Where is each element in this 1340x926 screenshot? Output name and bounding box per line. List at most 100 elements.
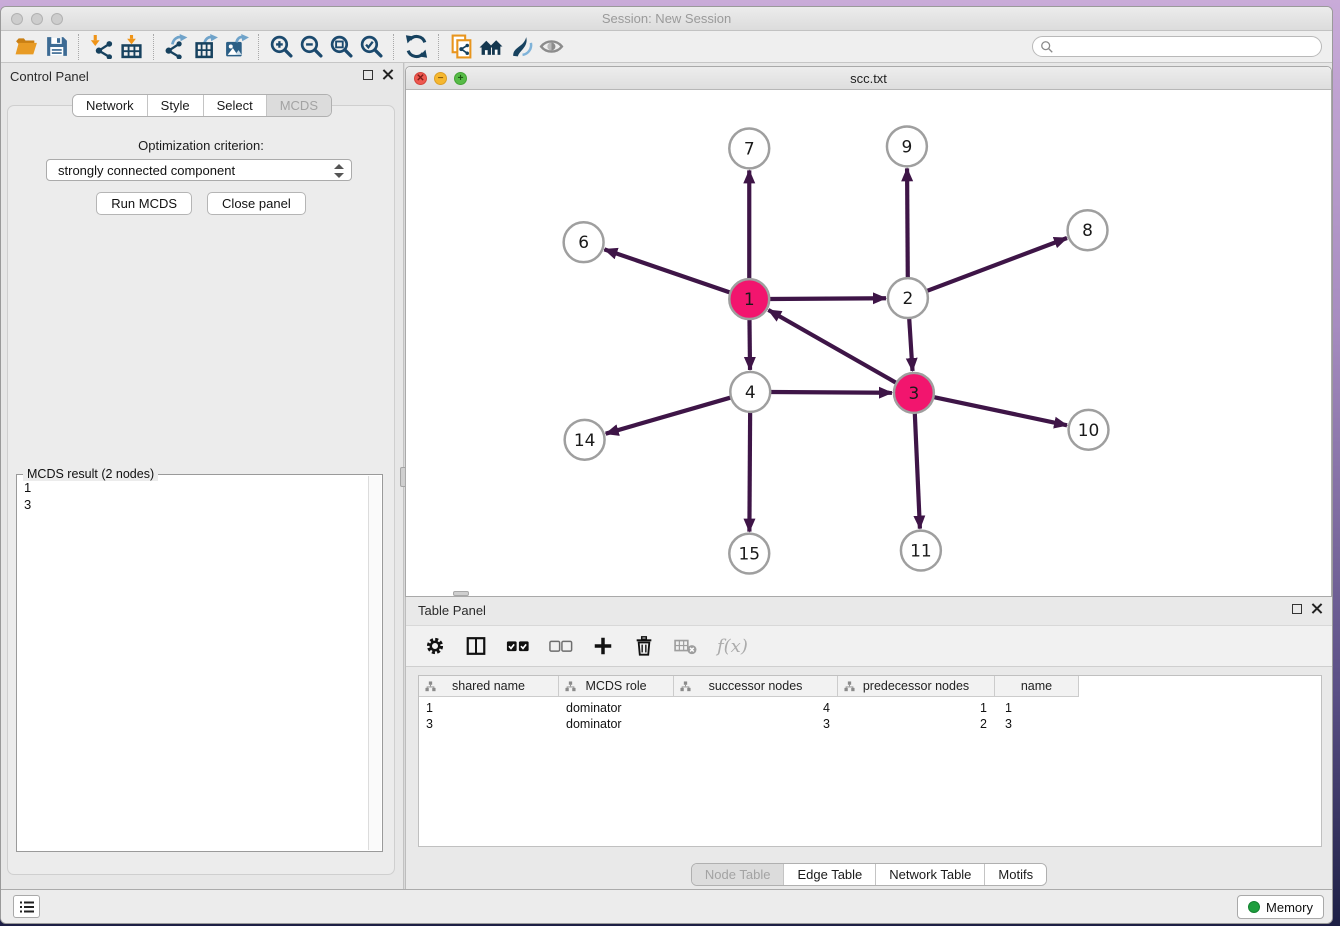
apply-layout-icon[interactable] [401,33,431,61]
toolbar-separator [78,34,79,60]
app-title: Session: New Session [1,11,1332,26]
column-header-shared-name[interactable]: shared name [419,676,559,697]
close-table-panel-icon[interactable] [1311,603,1322,614]
main-toolbar [1,31,1332,63]
tab-node-table[interactable]: Node Table [692,864,785,885]
table-settings-icon[interactable] [424,635,446,657]
delete-column-icon[interactable] [633,635,655,657]
criterion-selected-value: strongly connected component [58,163,235,178]
zoom-fit-icon[interactable] [326,33,356,61]
column-header-predecessor-nodes[interactable]: predecessor nodes [838,676,995,697]
toolbar-separator [438,34,439,60]
tab-style[interactable]: Style [148,95,204,116]
column-type-icon [565,681,576,692]
column-type-icon [425,681,436,692]
mcds-result-list[interactable]: 1 3 [18,479,367,850]
network-window-titlebar[interactable]: ✕ − + scc.txt [406,67,1331,90]
network-graph[interactable]: 1234678910111415 [406,90,1331,596]
graph-node-label: 6 [578,232,589,252]
export-table-icon[interactable] [191,33,221,61]
graph-edge-4-14[interactable] [606,397,731,433]
graph-node-label: 2 [903,288,914,308]
deselect-all-rows-icon[interactable] [549,638,573,654]
graph-edge-1-4[interactable] [749,319,750,370]
zoom-in-icon[interactable] [266,33,296,61]
graph-node-label: 11 [910,541,932,561]
import-table-icon[interactable] [116,33,146,61]
memory-button[interactable]: Memory [1237,895,1324,919]
close-panel-button[interactable]: Close panel [207,192,306,215]
graph-edge-4-15[interactable] [749,412,750,532]
toolbar-separator [153,34,154,60]
network-canvas[interactable]: 1234678910111415 [406,90,1331,596]
table-panel: Table Panel [405,597,1332,889]
mcds-result-item: 3 [24,496,367,513]
tab-mcds[interactable]: MCDS [267,95,331,116]
clone-network-icon[interactable] [446,33,476,61]
graph-edge-1-6[interactable] [604,249,730,292]
split-columns-icon[interactable] [465,635,487,657]
zoom-out-icon[interactable] [296,33,326,61]
tab-motifs[interactable]: Motifs [985,864,1046,885]
home-view-icon[interactable] [476,33,506,61]
graph-edge-3-11[interactable] [915,413,920,529]
graph-node-label: 15 [738,544,760,564]
search-input[interactable] [1054,38,1321,55]
table-row[interactable]: 1 dominator 4 1 1 [419,701,1079,717]
graph-edge-2-9[interactable] [907,168,908,278]
graph-edge-3-1[interactable] [768,310,896,383]
tab-network[interactable]: Network [73,95,148,116]
export-image-icon[interactable] [221,33,251,61]
task-history-button[interactable] [13,895,40,918]
app-window: Session: New Session [0,6,1333,924]
criterion-select[interactable]: strongly connected component [46,159,352,181]
graph-edge-2-8[interactable] [927,238,1067,291]
graph-edge-4-3[interactable] [770,392,892,393]
network-view-window: ✕ − + scc.txt 1234678910111415 [405,66,1332,597]
graph-node-label: 14 [574,430,596,450]
float-panel-icon[interactable] [363,70,373,80]
column-header-successor-nodes[interactable]: successor nodes [674,676,838,697]
import-network-icon[interactable] [86,33,116,61]
open-session-icon[interactable] [11,33,41,61]
graph-edge-3-10[interactable] [933,397,1067,425]
result-scrollbar[interactable] [368,476,381,850]
hide-graphics-icon[interactable] [536,33,566,61]
table-panel-title: Table Panel [418,603,486,618]
graph-edge-2-3[interactable] [909,318,912,371]
close-panel-icon[interactable] [382,69,393,80]
toolbar-separator [393,34,394,60]
control-panel-tabs: Network Style Select MCDS [1,94,403,117]
float-table-panel-icon[interactable] [1292,604,1302,614]
search-field[interactable] [1032,36,1322,57]
node-table: shared name MCDS role successor nodes pr… [418,675,1322,847]
export-network-icon[interactable] [161,33,191,61]
column-header-mcds-role[interactable]: MCDS role [559,676,674,697]
function-builder-icon-disabled: f(x) [717,636,748,657]
save-session-icon[interactable] [41,33,71,61]
graph-node-label: 4 [745,382,756,402]
network-table-divider-handle[interactable] [453,591,469,596]
graph-edge-1-2[interactable] [769,298,886,299]
tab-select[interactable]: Select [204,95,267,116]
toolbar-separator [258,34,259,60]
table-row[interactable]: 3 dominator 3 2 3 [419,717,1079,733]
control-panel: Control Panel Network Style Select MCDS … [1,63,403,889]
select-all-rows-icon[interactable] [506,638,530,654]
graph-node-label: 8 [1082,220,1093,240]
column-header-name[interactable]: name [995,676,1079,697]
tab-edge-table[interactable]: Edge Table [784,864,876,885]
table-panel-header: Table Panel [406,597,1332,623]
graph-node-label: 10 [1078,420,1100,440]
add-column-icon[interactable] [592,635,614,657]
zoom-selected-icon[interactable] [356,33,386,61]
table-toolbar: f(x) [406,625,1332,667]
run-mcds-button[interactable]: Run MCDS [96,192,192,215]
tab-network-table[interactable]: Network Table [876,864,985,885]
table-header-row: shared name MCDS role successor nodes pr… [419,676,1079,697]
app-titlebar: Session: New Session [1,7,1332,31]
style-preview-icon[interactable] [506,33,536,61]
list-icon [19,900,35,914]
mcds-panel: Optimization criterion: strongly connect… [7,105,395,875]
graph-node-label: 3 [909,383,920,403]
